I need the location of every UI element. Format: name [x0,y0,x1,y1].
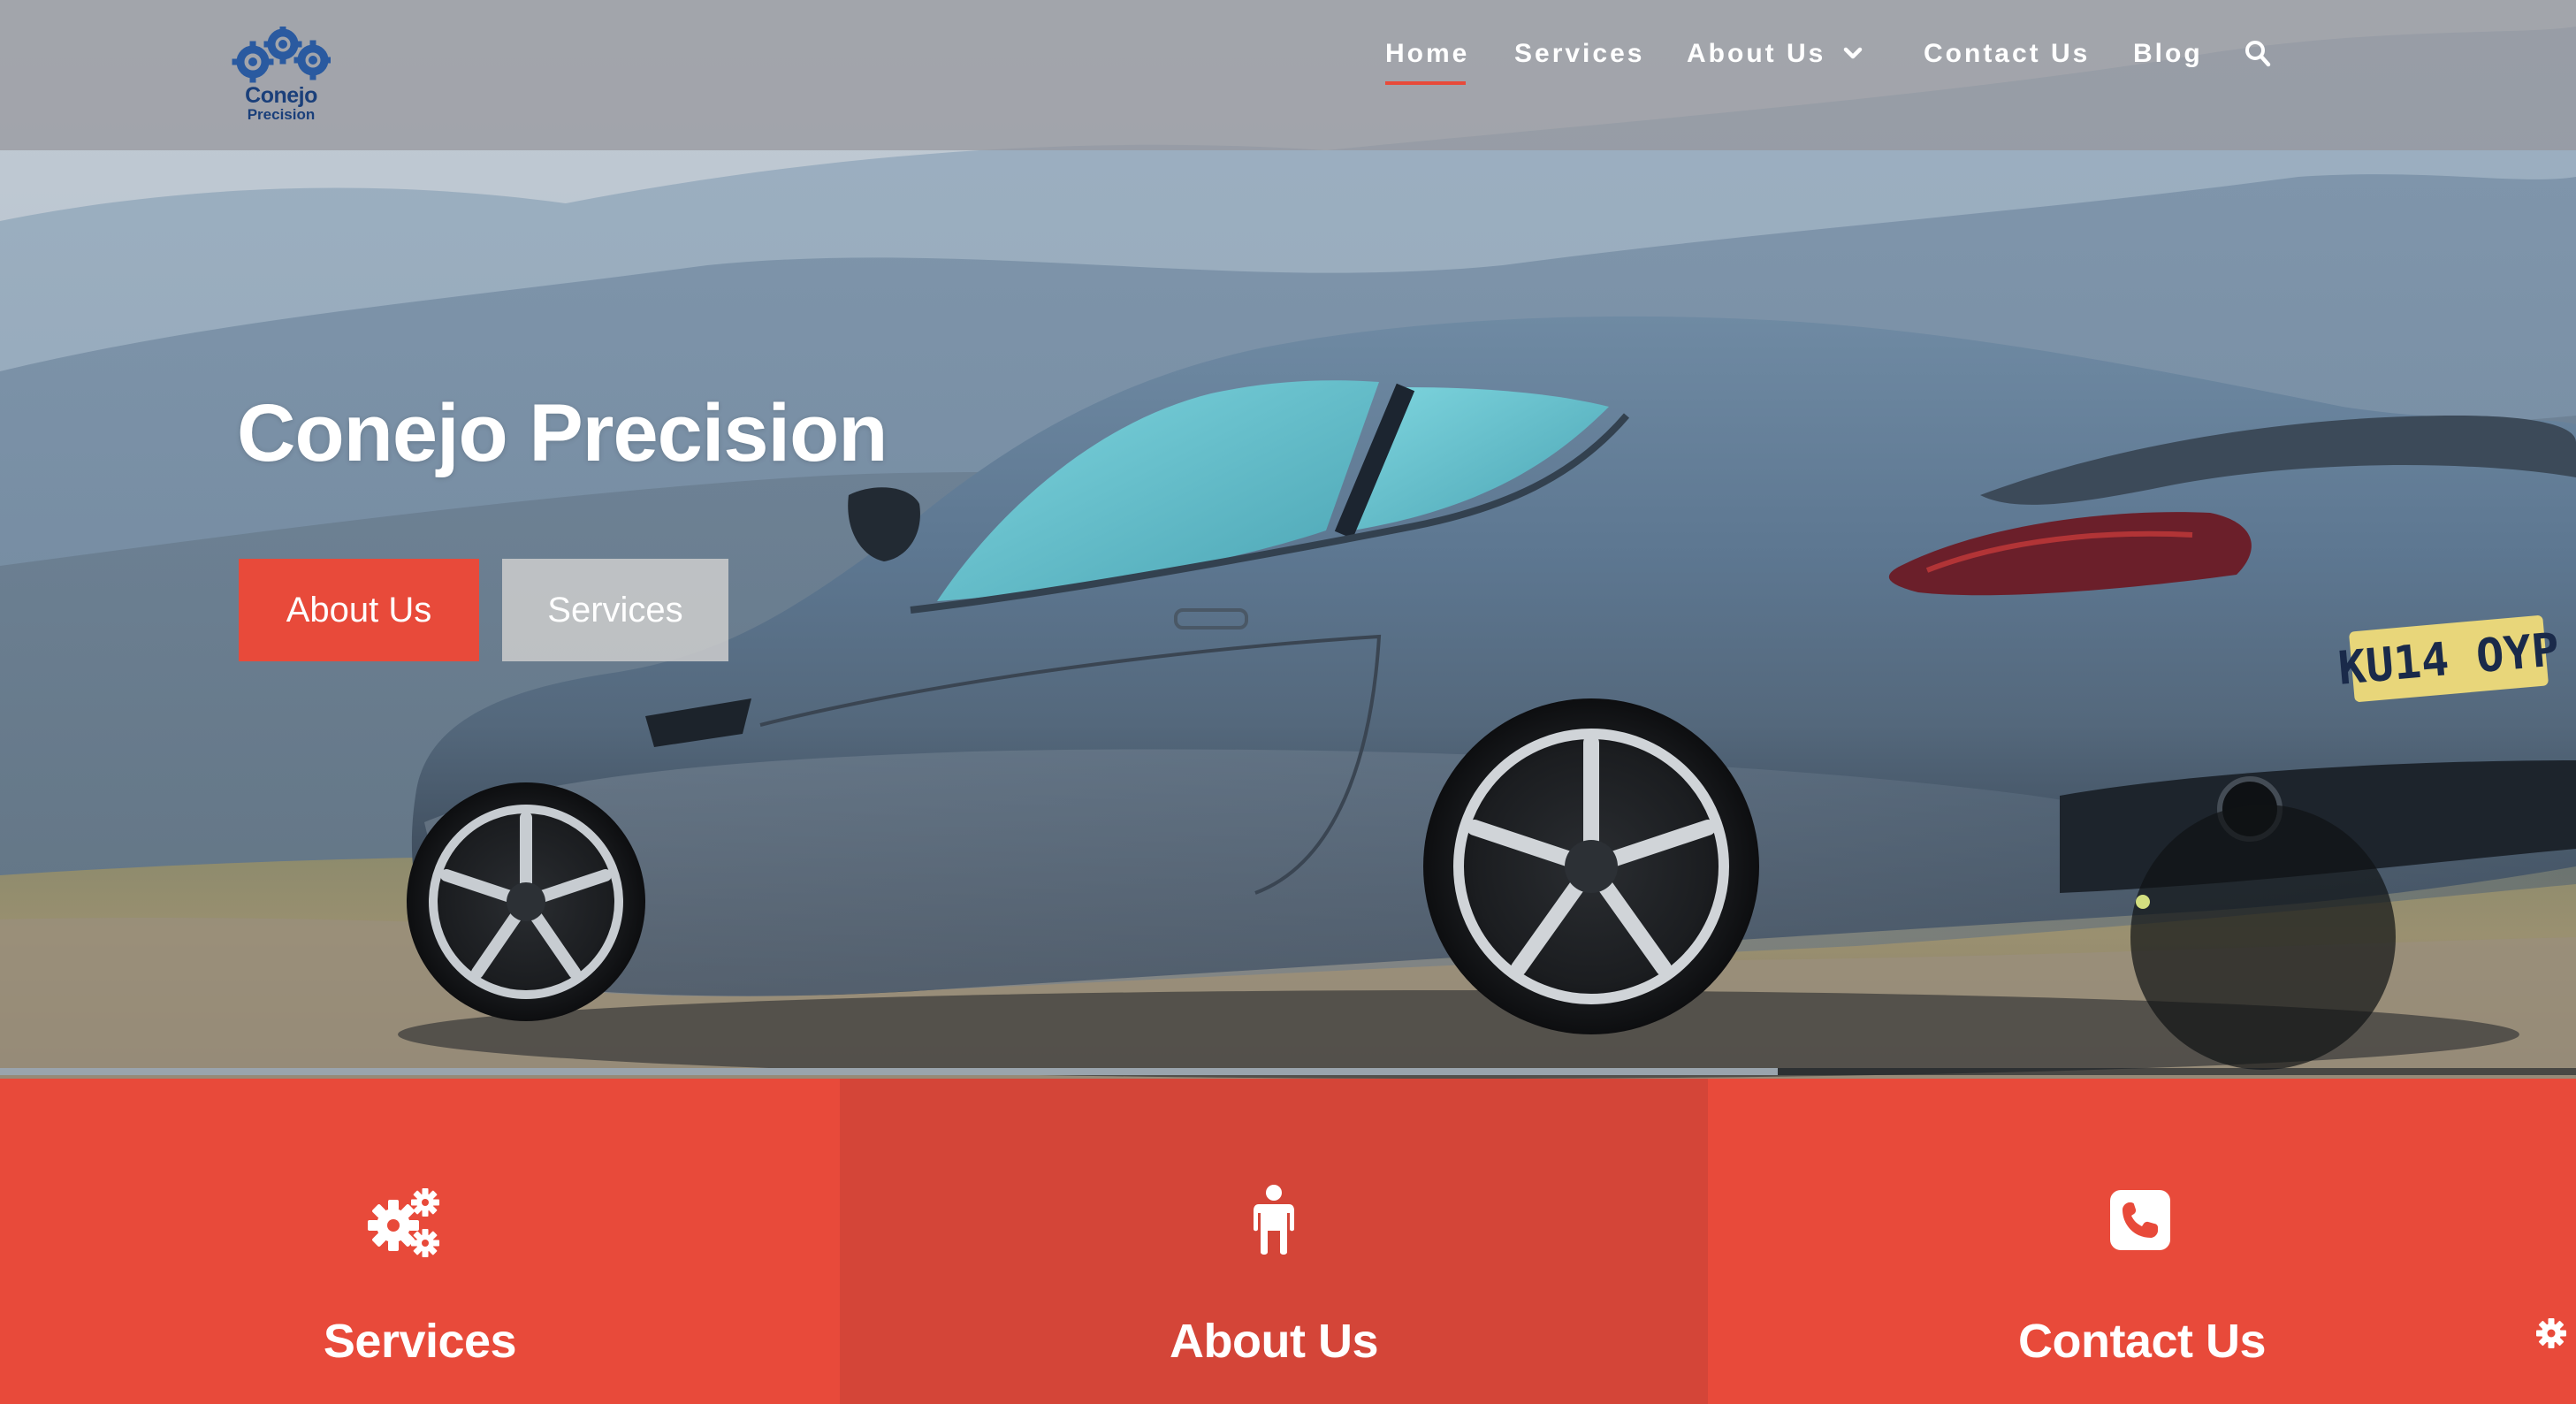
nav-about-label: About Us [1687,39,1826,68]
slider-progress-bar [0,1068,2576,1075]
nav-services-label: Services [1514,39,1645,68]
hero-about-us-button[interactable]: About Us [239,559,479,661]
feature-contact-us-label: Contact Us [2017,1315,2267,1368]
phone-icon [2110,1190,2170,1250]
chevron-down-icon[interactable] [1843,43,1863,63]
nav-contact-label: Contact Us [1924,39,2091,68]
nav-services[interactable]: Services [1514,35,1644,72]
page: KU14 OYP Conejo Precision Home Services … [0,0,2576,1404]
nav-home[interactable]: Home [1385,35,1470,85]
nav-contact-us[interactable]: Contact Us [1924,35,2090,72]
feature-contact-us[interactable]: Contact Us [1708,1079,2576,1404]
nav-about-us[interactable]: About Us [1687,35,1863,72]
nav-blog-label: Blog [2133,39,2203,68]
nav-blog[interactable]: Blog [2133,35,2203,72]
logo-text-line2: Precision [247,106,316,123]
feature-services[interactable]: Services [0,1079,840,1404]
hero-slider: KU14 OYP [0,0,2576,1079]
feature-services-label: Services [323,1315,517,1368]
nav-home-label: Home [1385,39,1470,68]
site-header: Conejo Precision Home Services About Us … [0,0,2576,150]
feature-panels: Services About Us Contact Us [0,1079,2576,1404]
slider-progress-fill [0,1068,1778,1075]
hero-title: Conejo Precision [237,388,888,478]
main-navigation: Home Services About Us Contact Us Blog [0,0,2576,106]
hero-services-button[interactable]: Services [502,559,728,661]
gear-icon[interactable] [2535,1317,2567,1349]
gears-icon [368,1188,439,1257]
person-icon [1254,1185,1294,1255]
feature-about-us[interactable]: About Us [840,1079,1708,1404]
search-icon[interactable] [2244,39,2272,69]
hero-background-image: KU14 OYP [0,0,2576,1079]
feature-about-us-label: About Us [1170,1315,1378,1368]
